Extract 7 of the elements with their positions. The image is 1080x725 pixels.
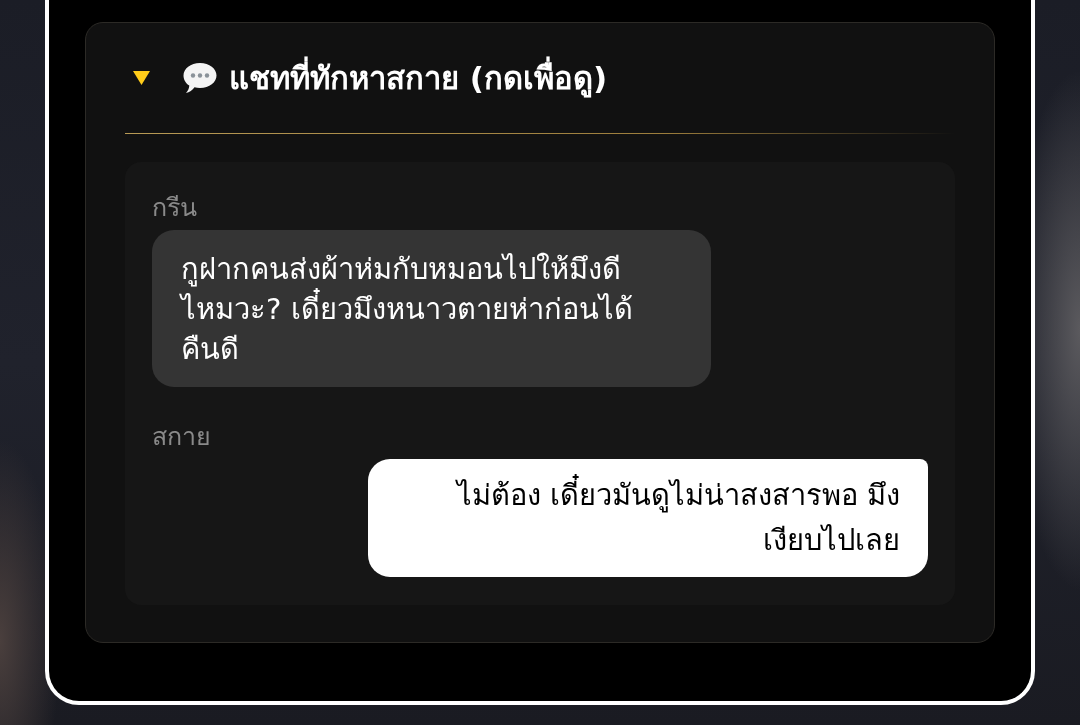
sender-name: สกาย <box>152 421 211 453</box>
message-bubble: กูฝากคนส่งผ้าห่มกับหมอนไปให้มึงดีไหมวะ? เดี๋ยวมึงหนาวตายห่าก่อนได้คืนดี <box>152 230 711 387</box>
section-title[interactable]: แชทที่ทักหาสกาย (กดเพื่อดู) <box>229 58 608 98</box>
message-bubble: ไม่ต้อง เดี๋ยวมันดูไม่น่าสงสารพอ มึงเงียบไปเลย <box>368 459 928 577</box>
caret-icon[interactable] <box>133 71 150 85</box>
speech-bubble-icon <box>183 62 217 94</box>
sender-name: กรีน <box>152 192 197 224</box>
